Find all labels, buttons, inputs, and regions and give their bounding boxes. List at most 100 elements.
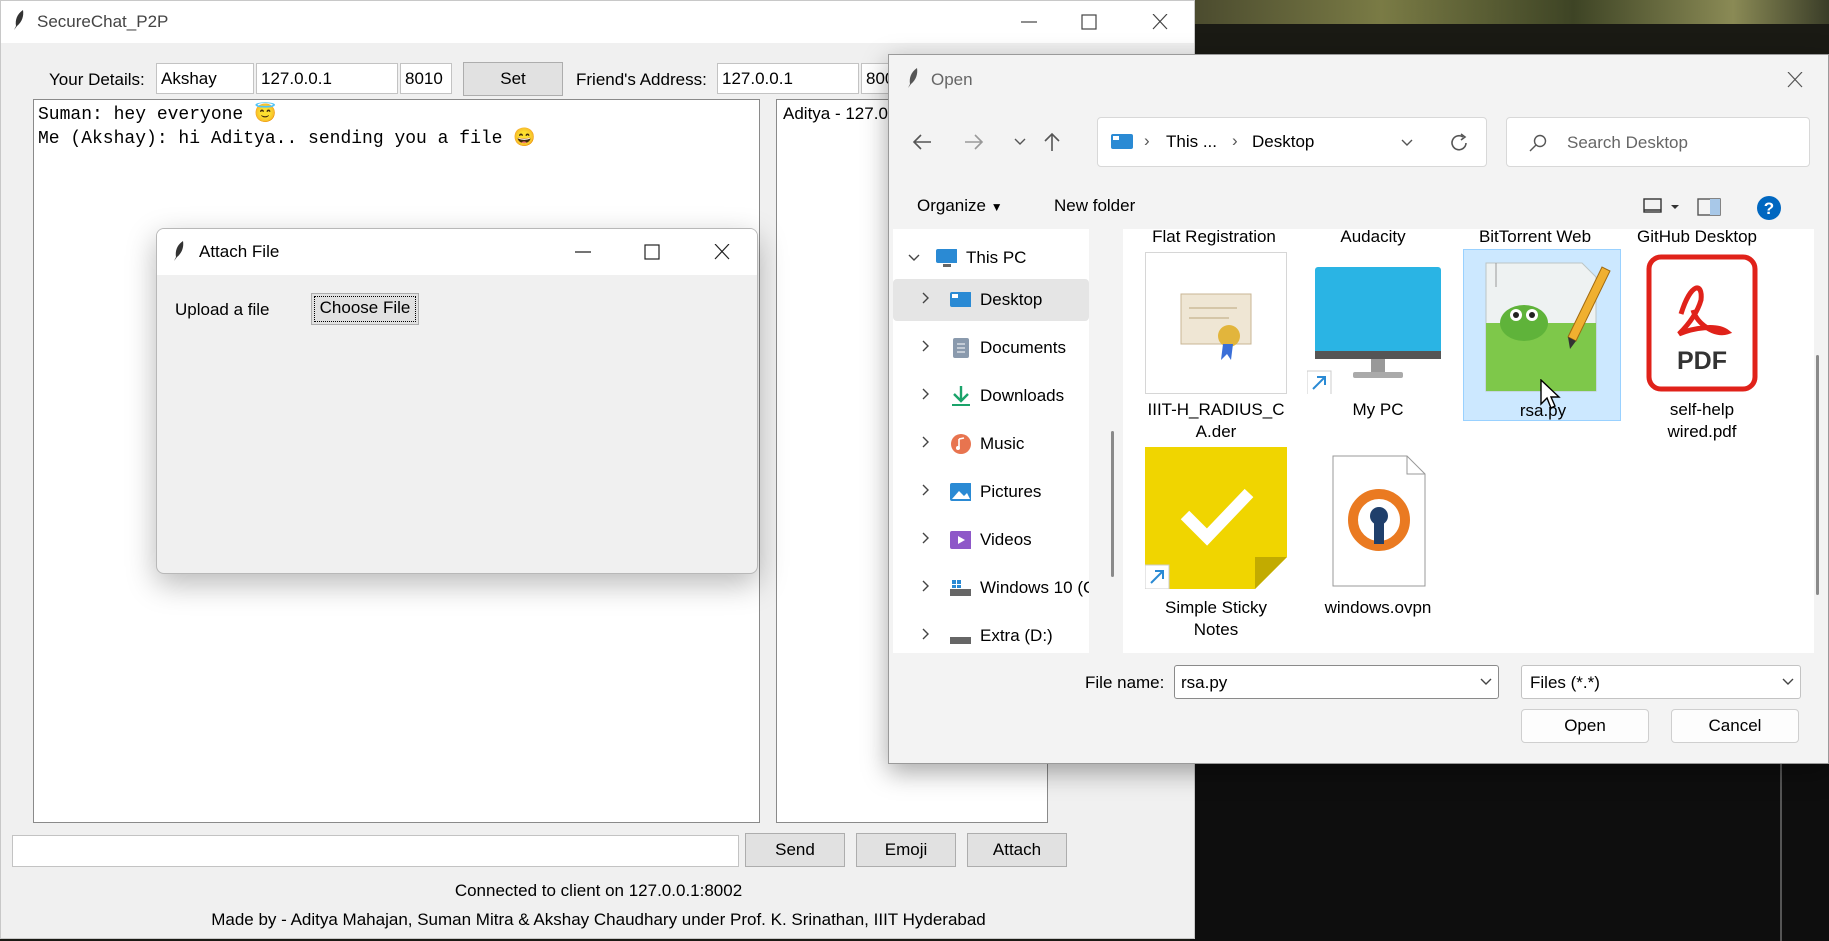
file-name-label: File name: (1085, 673, 1165, 692)
open-close-button[interactable] (1772, 65, 1818, 95)
name-field[interactable]: Akshay (156, 63, 254, 94)
chevron-right-icon[interactable] (921, 579, 931, 593)
nav-item-videos[interactable]: Videos (893, 519, 1089, 561)
maximize-icon (1081, 14, 1097, 30)
chevron-right-icon[interactable] (921, 291, 931, 305)
new-folder-button[interactable]: New folder (1054, 196, 1135, 216)
view-options-icon[interactable] (1643, 197, 1683, 217)
file-name: A.der (1195, 422, 1237, 441)
file-item[interactable]: IIIT-H_RADIUS_C A.der (1145, 249, 1287, 441)
mouse-cursor-icon (1540, 379, 1561, 409)
friend-ip-field[interactable]: 127.0.0.1 (717, 63, 859, 94)
navigation-pane[interactable]: This PC Desktop Documents Downloads Musi… (893, 229, 1089, 653)
refresh-icon[interactable] (1448, 132, 1470, 154)
organize-button[interactable]: Organize ▼ (917, 196, 1003, 216)
nav-item-music[interactable]: Music (893, 423, 1089, 465)
forward-arrow-icon[interactable] (963, 131, 985, 153)
recent-chevron-icon[interactable] (1013, 137, 1027, 147)
send-button[interactable]: Send (745, 833, 845, 867)
nav-label: Documents (980, 338, 1066, 357)
nav-item-documents[interactable]: Documents (893, 327, 1089, 369)
attach-titlebar: Attach File (157, 229, 757, 275)
caret-down-icon: ▼ (990, 200, 1003, 214)
chevron-right-icon[interactable] (921, 339, 931, 353)
maximize-button[interactable] (1066, 7, 1112, 37)
pdf-badge-text: PDF (1677, 347, 1727, 375)
file-item-label[interactable]: Flat Registration (1139, 229, 1289, 247)
nav-scrollbar[interactable] (1111, 431, 1114, 577)
nav-item-desktop[interactable]: Desktop (893, 279, 1089, 321)
nav-label: Desktop (980, 290, 1043, 309)
file-item[interactable]: windows.ovpn (1307, 447, 1449, 637)
attach-maximize-button[interactable] (629, 237, 675, 267)
nav-item-this-pc[interactable]: This PC (893, 237, 1089, 279)
file-name-input[interactable]: rsa.py (1174, 665, 1499, 699)
back-arrow-icon[interactable] (911, 131, 933, 153)
nav-label: This PC (966, 248, 1027, 267)
attach-close-button[interactable] (699, 237, 745, 267)
minimize-button[interactable] (1006, 7, 1052, 37)
open-titlebar: Open (889, 55, 1828, 105)
peer-list-item[interactable]: Aditya - 127.0. (783, 104, 893, 123)
nav-item-downloads[interactable]: Downloads (893, 375, 1089, 417)
attach-button[interactable]: Attach (967, 833, 1067, 867)
chevron-down-icon[interactable] (907, 253, 921, 263)
upload-file-label: Upload a file (175, 300, 270, 319)
search-box[interactable]: Search Desktop (1506, 117, 1810, 167)
chevron-right-icon[interactable] (921, 387, 931, 401)
videos-icon (950, 531, 971, 549)
help-icon[interactable]: ? (1756, 195, 1782, 221)
file-type-filter[interactable]: Files (*.*) (1521, 665, 1801, 699)
maximize-icon (644, 244, 660, 260)
file-item[interactable]: Simple Sticky Notes (1145, 447, 1287, 639)
file-item-label[interactable]: Audacity (1302, 229, 1444, 247)
file-item-label[interactable]: GitHub Desktop (1626, 229, 1768, 247)
close-button[interactable] (1137, 7, 1183, 37)
desktop-folder-icon (1111, 134, 1133, 149)
file-item-label[interactable]: BitTorrent Web (1464, 229, 1606, 247)
preview-pane-icon[interactable] (1697, 197, 1721, 217)
up-arrow-icon[interactable] (1041, 131, 1063, 153)
chevron-right-icon[interactable] (921, 435, 931, 449)
friend-address-label: Friend's Address: (576, 70, 707, 89)
chevron-down-icon[interactable] (1479, 677, 1493, 687)
chevron-down-icon[interactable] (1400, 138, 1414, 148)
nav-label: Music (980, 434, 1025, 453)
chevron-down-icon[interactable] (1781, 677, 1795, 687)
attach-minimize-button[interactable] (560, 237, 606, 267)
file-name: My PC (1352, 400, 1404, 419)
port-field[interactable]: 8010 (400, 63, 452, 94)
choose-file-button[interactable]: Choose File (311, 293, 419, 325)
chevron-right-icon[interactable] (921, 531, 931, 545)
ip-field[interactable]: 127.0.0.1 (256, 63, 398, 94)
file-name: self-help (1669, 400, 1735, 419)
emoji-button[interactable]: Emoji (856, 833, 956, 867)
file-item[interactable]: PDF self-help wired.pdf (1631, 249, 1773, 441)
cancel-button[interactable]: Cancel (1671, 709, 1799, 743)
nav-label: Pictures (980, 482, 1042, 501)
open-button[interactable]: Open (1521, 709, 1649, 743)
pc-icon (936, 249, 957, 267)
file-list[interactable]: Flat Registration Audacity BitTorrent We… (1123, 229, 1814, 653)
message-input[interactable] (12, 835, 739, 867)
nav-item-drive-c[interactable]: Windows 10 (C: (893, 567, 1089, 609)
nav-item-drive-d[interactable]: Extra (D:) (893, 615, 1089, 653)
breadcrumb-item[interactable]: This ... (1166, 132, 1217, 152)
minimize-icon (1021, 21, 1037, 23)
chat-message: Me (Akshay): hi Aditya.. sending you a f… (38, 129, 536, 149)
address-bar[interactable]: › This ... › Desktop (1097, 117, 1487, 167)
breadcrumb-item[interactable]: Desktop (1252, 132, 1314, 152)
chevron-right-icon: › (1232, 131, 1238, 150)
search-icon (1529, 134, 1547, 152)
chevron-right-icon[interactable] (921, 483, 931, 497)
music-icon (951, 434, 971, 454)
nav-label: Downloads (980, 386, 1065, 405)
sticky-notes-icon (1145, 447, 1287, 589)
file-item[interactable]: My PC (1307, 249, 1449, 439)
chevron-right-icon[interactable] (921, 627, 931, 641)
desktop-wallpaper (1190, 0, 1829, 24)
files-scrollbar[interactable] (1816, 355, 1819, 595)
set-button[interactable]: Set (463, 62, 563, 96)
nav-label: Extra (D:) (980, 626, 1053, 645)
nav-item-pictures[interactable]: Pictures (893, 471, 1089, 513)
